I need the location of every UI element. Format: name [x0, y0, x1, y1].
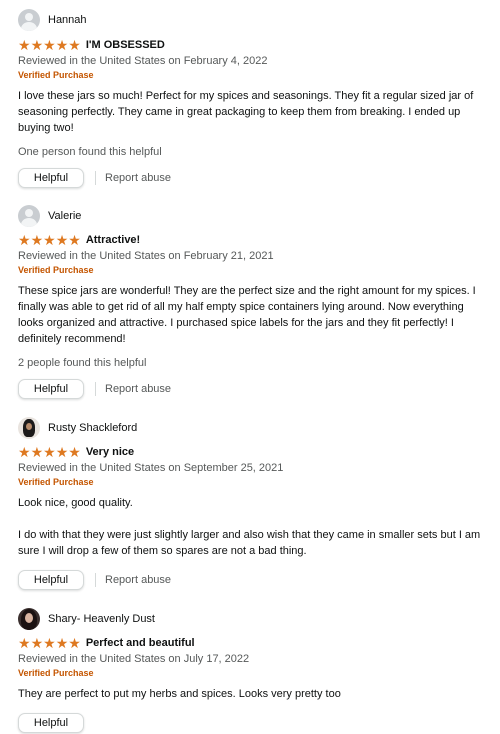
star-icon: ★ — [68, 232, 81, 248]
report-abuse-link[interactable]: Report abuse — [105, 383, 171, 395]
review-card: Shary- Heavenly Dust ★ ★ ★ ★ ★ Perfect and b… — [18, 591, 482, 734]
star-rating[interactable]: ★ ★ ★ ★ ★ — [18, 37, 81, 53]
reviewer-name[interactable]: Rusty Shackleford — [48, 422, 137, 434]
star-icon: ★ — [55, 444, 69, 460]
review-paragraph: Look nice, good quality. — [18, 497, 133, 509]
report-abuse-link[interactable]: Report abuse — [105, 574, 171, 586]
star-icon: ★ — [18, 232, 31, 248]
action-divider — [95, 382, 96, 396]
star-icon: ★ — [18, 635, 31, 651]
review-card: Valerie ★ ★ ★ ★ ★ Attractive! Reviewed in th… — [18, 189, 482, 400]
verified-purchase-badge: Verified Purchase — [18, 265, 94, 275]
review-body: They are perfect to put my herbs and spi… — [18, 686, 482, 702]
star-icon: ★ — [30, 232, 44, 248]
action-divider — [95, 171, 96, 185]
star-icon: ★ — [43, 635, 56, 651]
helpful-count: 2 people found this helpful — [18, 357, 147, 369]
reviewer-profile[interactable]: Hannah — [18, 8, 482, 32]
review-paragraph: They are perfect to put my herbs and spi… — [18, 688, 341, 700]
star-rating[interactable]: ★ ★ ★ ★ ★ — [18, 232, 81, 248]
helpful-button[interactable]: Helpful — [18, 570, 84, 590]
reviews-list: Hannah ★ ★ ★ ★ ★ I'M OBSESSED Reviewed in th… — [0, 0, 500, 734]
star-rating[interactable]: ★ ★ ★ ★ ★ — [18, 635, 81, 651]
review-body: These spice jars are wonderful! They are… — [18, 283, 482, 347]
review-title[interactable]: Very nice — [86, 446, 134, 458]
star-icon: ★ — [30, 444, 44, 460]
review-date: Reviewed in the United States on Septemb… — [18, 462, 284, 474]
star-icon: ★ — [55, 37, 69, 53]
reviewer-profile[interactable]: Rusty Shackleford — [18, 416, 482, 440]
review-date: Reviewed in the United States on Februar… — [18, 250, 274, 262]
reviewer-name[interactable]: Valerie — [48, 210, 81, 222]
helpful-button[interactable]: Helpful — [18, 379, 84, 399]
star-icon: ★ — [18, 37, 31, 53]
helpful-count: One person found this helpful — [18, 146, 162, 158]
verified-purchase-badge: Verified Purchase — [18, 477, 94, 487]
helpful-button[interactable]: Helpful — [18, 713, 84, 733]
profile-photo-avatar — [18, 608, 40, 630]
star-icon: ★ — [55, 232, 69, 248]
review-title[interactable]: Attractive! — [86, 234, 140, 246]
verified-purchase-badge: Verified Purchase — [18, 70, 94, 80]
default-avatar-icon — [18, 205, 40, 227]
star-icon: ★ — [43, 232, 56, 248]
reviewer-profile[interactable]: Shary- Heavenly Dust — [18, 607, 482, 631]
helpful-button[interactable]: Helpful — [18, 168, 84, 188]
report-abuse-link[interactable]: Report abuse — [105, 172, 171, 184]
reviewer-profile[interactable]: Valerie — [18, 204, 482, 228]
reviewer-name[interactable]: Shary- Heavenly Dust — [48, 613, 155, 625]
star-icon: ★ — [30, 37, 44, 53]
review-title[interactable]: Perfect and beautiful — [86, 637, 195, 649]
review-paragraph: I do with that they were just slightly l… — [18, 529, 481, 557]
review-date: Reviewed in the United States on Februar… — [18, 55, 268, 67]
verified-purchase-badge: Verified Purchase — [18, 668, 94, 678]
star-icon: ★ — [18, 444, 31, 460]
star-icon: ★ — [68, 444, 81, 460]
star-icon: ★ — [30, 635, 44, 651]
star-icon: ★ — [55, 635, 69, 651]
review-card: Hannah ★ ★ ★ ★ ★ I'M OBSESSED Reviewed in th… — [18, 0, 482, 189]
reviewer-name[interactable]: Hannah — [48, 14, 87, 26]
star-icon: ★ — [43, 444, 56, 460]
review-title[interactable]: I'M OBSESSED — [86, 39, 165, 51]
star-icon: ★ — [43, 37, 56, 53]
review-paragraph: These spice jars are wonderful! They are… — [18, 285, 476, 345]
review-body: I love these jars so much! Perfect for m… — [18, 88, 482, 136]
review-paragraph: I love these jars so much! Perfect for m… — [18, 90, 474, 134]
review-card: Rusty Shackleford ★ ★ ★ ★ ★ Very nice Review… — [18, 400, 482, 591]
star-icon: ★ — [68, 37, 81, 53]
review-date: Reviewed in the United States on July 17… — [18, 653, 250, 665]
star-icon: ★ — [68, 635, 81, 651]
profile-photo-avatar — [18, 417, 40, 439]
default-avatar-icon — [18, 9, 40, 31]
action-divider — [95, 573, 96, 587]
review-body: Look nice, good quality. I do with that … — [18, 495, 482, 559]
star-rating[interactable]: ★ ★ ★ ★ ★ — [18, 444, 81, 460]
